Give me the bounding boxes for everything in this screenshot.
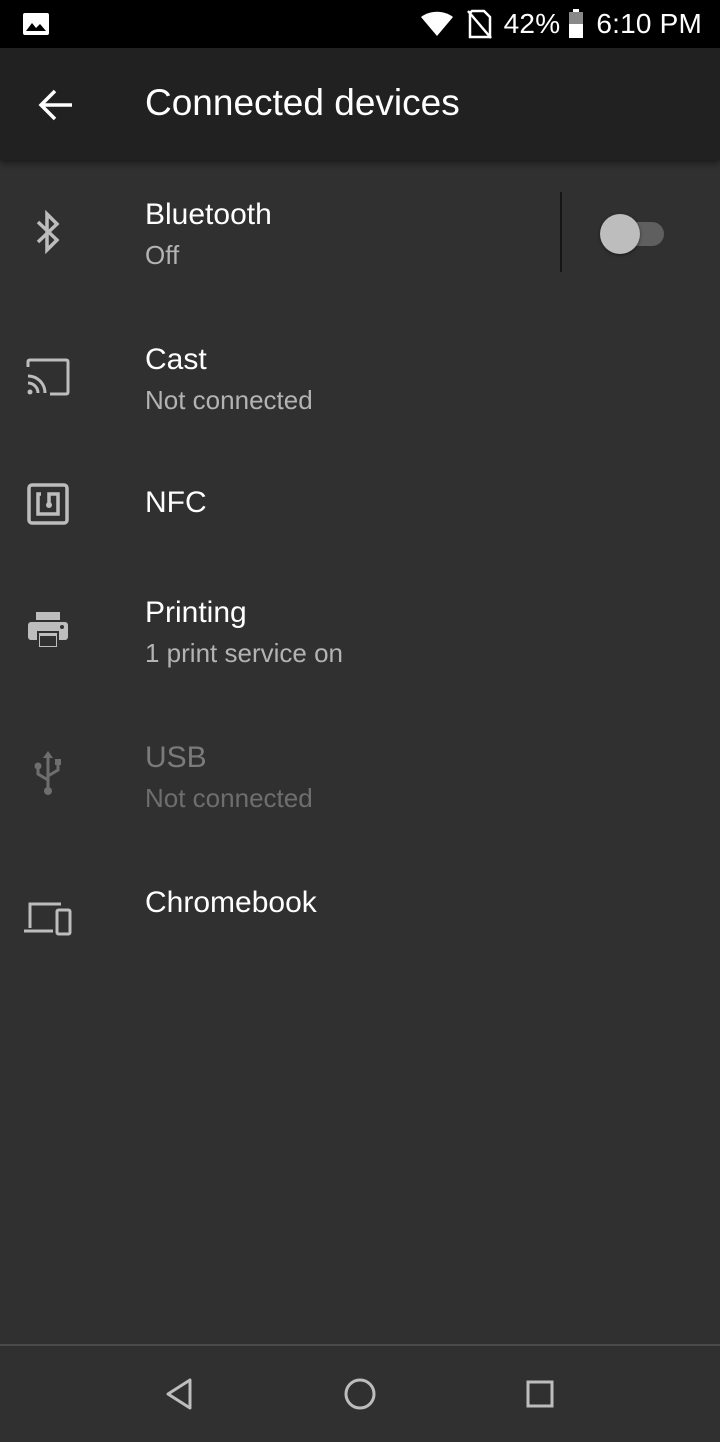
- clock: 6:10 PM: [596, 8, 702, 39]
- chromebook-title: Chromebook: [145, 886, 317, 919]
- cast-summary: Not connected: [145, 385, 313, 415]
- arrow-back-icon: [38, 89, 72, 121]
- divider: [560, 192, 562, 272]
- no-sim-icon: [466, 9, 492, 39]
- page-title: Connected devices: [145, 82, 460, 123]
- list-item-printing[interactable]: Printing 1 print service on: [0, 560, 720, 705]
- cast-title: Cast: [145, 343, 207, 376]
- usb-title: USB: [145, 741, 207, 774]
- status-bar: 42% 6:10 PM: [0, 0, 720, 48]
- nfc-icon: [18, 474, 78, 534]
- status-icons: 42% 6:10 PM: [408, 0, 702, 48]
- usb-summary: Not connected: [145, 783, 313, 813]
- home-circle-icon: [344, 1378, 376, 1410]
- gallery-icon: [23, 13, 49, 35]
- navigation-bar: [0, 1344, 720, 1442]
- printer-icon: [18, 600, 78, 660]
- recents-square-icon: [526, 1380, 554, 1408]
- switch-thumb: [600, 214, 640, 254]
- devices-icon: [18, 888, 78, 948]
- app-bar: Connected devices: [0, 48, 720, 160]
- nfc-title: NFC: [145, 486, 207, 519]
- back-button[interactable]: [24, 80, 88, 130]
- usb-icon: [18, 743, 78, 803]
- bluetooth-title: Bluetooth: [145, 198, 272, 231]
- list-item-bluetooth[interactable]: Bluetooth Off: [0, 160, 720, 305]
- bluetooth-icon: [18, 202, 78, 262]
- nav-recents-button[interactable]: [516, 1370, 564, 1418]
- battery-percent: 42%: [503, 8, 561, 39]
- list-item-nfc[interactable]: NFC: [0, 450, 720, 560]
- bluetooth-summary: Off: [145, 240, 180, 270]
- cast-icon: [18, 347, 78, 407]
- list-item-chromebook[interactable]: Chromebook: [0, 850, 720, 980]
- wifi-icon: [420, 11, 453, 36]
- nav-home-button[interactable]: [336, 1370, 384, 1418]
- bluetooth-toggle[interactable]: [600, 214, 666, 254]
- printing-title: Printing: [145, 596, 247, 629]
- list-item-cast[interactable]: Cast Not connected: [0, 305, 720, 450]
- list-item-usb[interactable]: USB Not connected: [0, 705, 720, 850]
- back-triangle-icon: [166, 1378, 192, 1410]
- battery-icon: [569, 9, 584, 38]
- nav-back-button[interactable]: [156, 1370, 204, 1418]
- printing-summary: 1 print service on: [145, 638, 343, 668]
